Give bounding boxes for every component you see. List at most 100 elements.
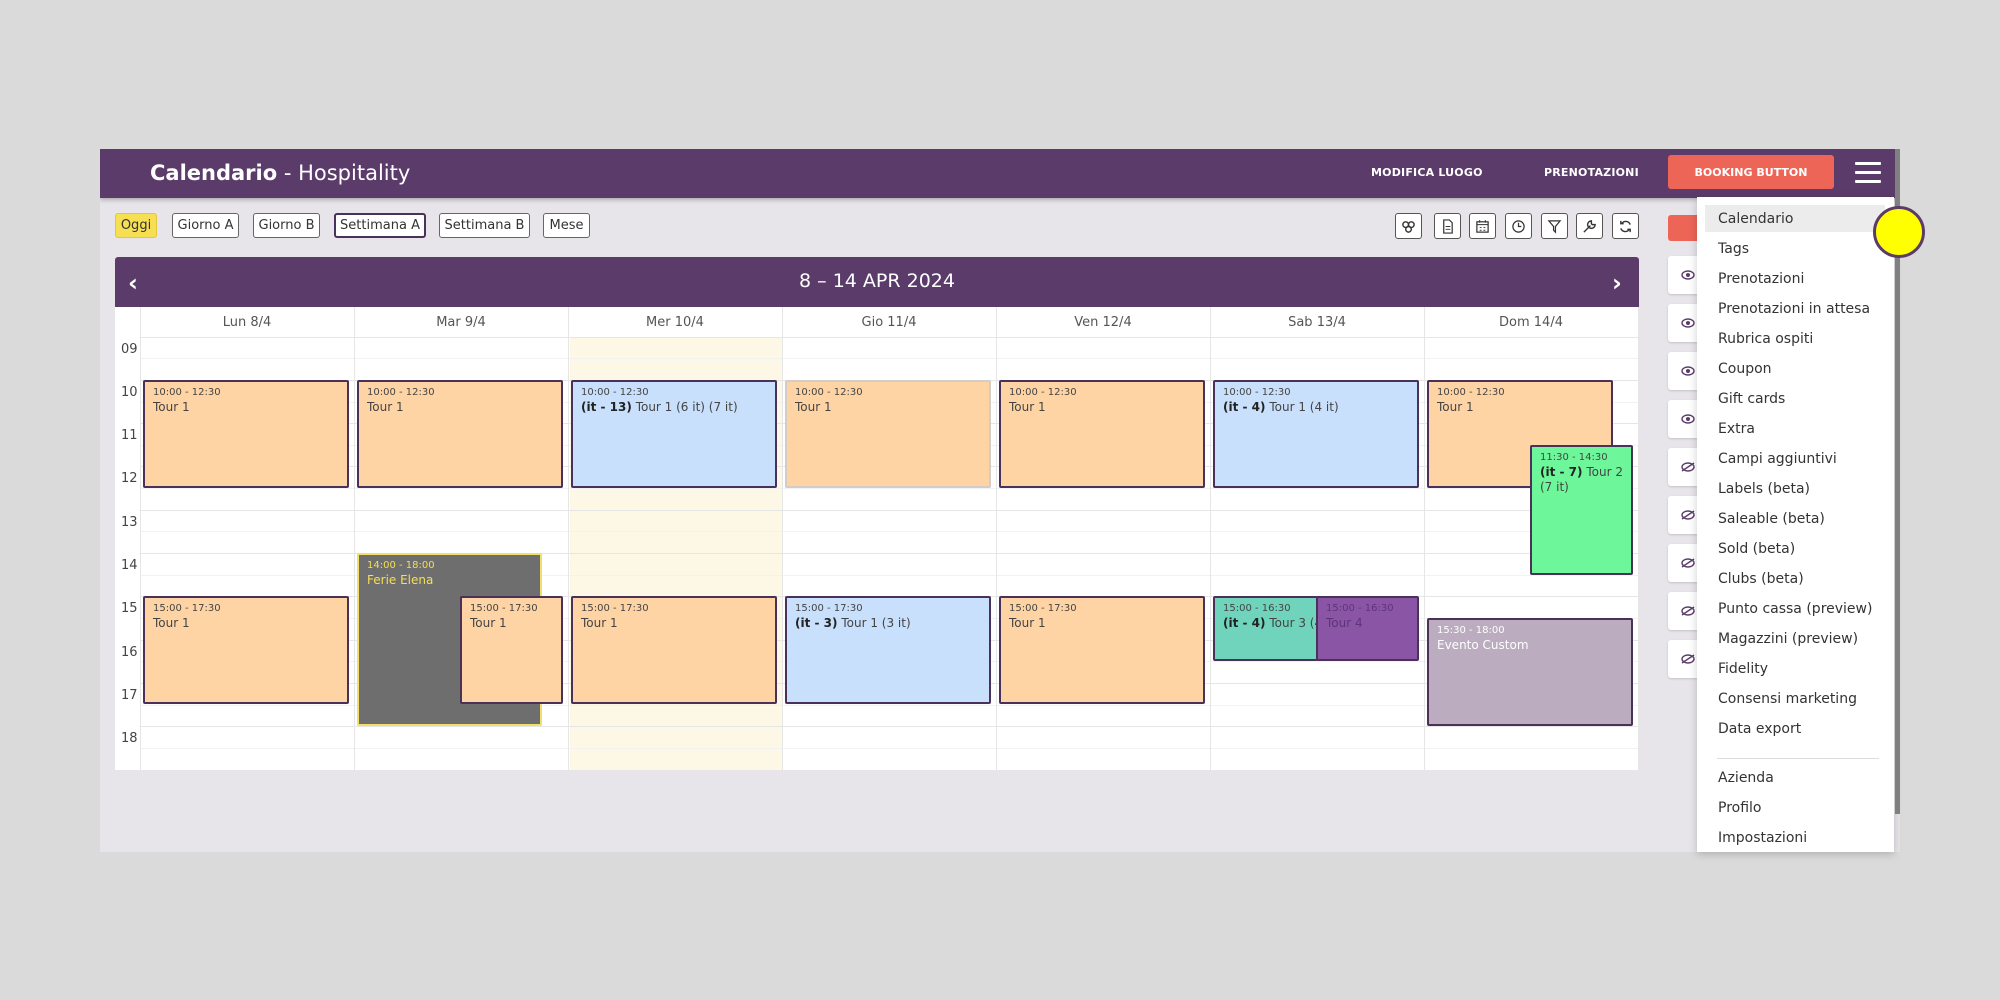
clock-icon[interactable] [1505,213,1532,239]
nav-modifica-luogo[interactable]: MODIFICA LUOGO [1371,166,1483,179]
menu-item-tags[interactable]: Tags [1705,235,1885,262]
day-header: Gio 11/4 [861,314,917,330]
event-title: (it - 7) Tour 2 (7 it) [1540,465,1623,494]
hour-label: 11 [121,428,138,443]
menu-item-fidelity[interactable]: Fidelity [1705,655,1885,682]
eye-off-icon [1681,510,1695,520]
view-month-button[interactable]: Mese [543,213,590,238]
event-title: Tour 1 [581,616,618,630]
menu-item-saleable[interactable]: Saleable (beta) [1705,505,1885,532]
filter-icon[interactable] [1541,213,1568,239]
event-time: 15:00 - 17:30 [1009,603,1077,614]
nav-prenotazioni[interactable]: PRENOTAZIONI [1544,166,1639,179]
wrench-icon[interactable] [1576,213,1603,239]
event-title: (it - 4) Tour 1 (4 it) [1223,400,1339,414]
menu-item-prenotazioni[interactable]: Prenotazioni [1705,265,1885,292]
calendar-event[interactable]: 10:00 - 12:30 (it - 4) Tour 1 (4 it) [1213,380,1419,488]
day-header: Sab 13/4 [1288,314,1346,330]
view-day-b-button[interactable]: Giorno B [253,213,320,238]
eye-icon [1681,270,1695,280]
eye-off-icon [1681,606,1695,616]
calendar-event[interactable]: 15:00 - 17:30 (it - 3) Tour 1 (3 it) [785,596,991,704]
top-bar: Calendario - Hospitality MODIFICA LUOGO … [100,149,1900,198]
view-week-b-button[interactable]: Settimana B [439,213,530,238]
menu-item-labels[interactable]: Labels (beta) [1705,475,1885,502]
calendar-event[interactable]: 15:00 - 16:30 Tour 4 [1316,596,1419,661]
event-time: 10:00 - 12:30 [1223,387,1291,398]
menu-item-clubs[interactable]: Clubs (beta) [1705,565,1885,592]
event-time: 15:00 - 17:30 [470,603,538,614]
hour-label: 18 [121,731,138,746]
menu-item-azienda[interactable]: Azienda [1705,764,1885,791]
event-time: 11:30 - 14:30 [1540,452,1608,463]
calendar-event[interactable]: 15:30 - 18:00 Evento Custom [1427,618,1633,726]
menu-item-coupon[interactable]: Coupon [1705,355,1885,382]
event-title: Tour 1 [1009,616,1046,630]
menu-item-calendario[interactable]: Calendario [1705,205,1885,232]
day-header: Ven 12/4 [1074,314,1132,330]
menu-item-profilo[interactable]: Profilo [1705,794,1885,821]
calendar-event[interactable]: 10:00 - 12:30 Tour 1 [999,380,1205,488]
booking-button[interactable]: BOOKING BUTTON [1668,155,1834,189]
calendar-icon[interactable] [1469,213,1496,239]
calendar-event[interactable]: 15:00 - 17:30 Tour 1 [143,596,349,704]
calendar-event[interactable]: 10:00 - 12:30 Tour 1 [143,380,349,488]
calendar-event[interactable]: 11:30 - 14:30 (it - 7) Tour 2 (7 it) [1530,445,1633,575]
menu-divider [1717,758,1879,759]
group-icon[interactable] [1395,213,1422,239]
hour-label: 09 [121,342,138,357]
calendar-event[interactable]: 10:00 - 12:30 Tour 1 [357,380,563,488]
event-title: Tour 1 [153,616,190,630]
event-title: (it - 4) Tour 3 (4 [1223,616,1318,630]
menu-item-sold[interactable]: Sold (beta) [1705,535,1885,562]
event-title: Tour 1 [1009,400,1046,414]
prev-week-button[interactable]: ‹ [128,269,138,297]
day-header: Dom 14/4 [1499,314,1563,330]
view-day-a-button[interactable]: Giorno A [172,213,239,238]
hour-label: 16 [121,645,138,660]
event-time: 10:00 - 12:30 [367,387,435,398]
event-title: (it - 13) Tour 1 (6 it) (7 it) [581,400,738,414]
eye-off-icon [1681,462,1695,472]
view-today-button[interactable]: Oggi [115,213,157,238]
event-title: Tour 1 [1437,400,1474,414]
menu-item-prenotazioni-in-attesa[interactable]: Prenotazioni in attesa [1705,295,1885,322]
day-header: Mer 10/4 [646,314,704,330]
view-week-a-button[interactable]: Settimana A [334,213,426,238]
hamburger-icon[interactable] [1855,162,1881,184]
calendar-event[interactable]: 15:00 - 17:30 Tour 1 [571,596,777,704]
menu-item-punto-cassa[interactable]: Punto cassa (preview) [1705,595,1885,622]
calendar-event[interactable]: 10:00 - 12:30 Tour 1 [785,380,991,488]
menu-item-campi-aggiuntivi[interactable]: Campi aggiuntivi [1705,445,1885,472]
calendar-event[interactable]: 15:00 - 17:30 Tour 1 [999,596,1205,704]
calendar-header: 8 – 14 APR 2024 ‹ › [115,257,1639,307]
event-title: (it - 3) Tour 1 (3 it) [795,616,911,630]
menu-item-rubrica-ospiti[interactable]: Rubrica ospiti [1705,325,1885,352]
event-time: 10:00 - 12:30 [153,387,221,398]
event-title: Tour 1 [153,400,190,414]
menu-item-gift-cards[interactable]: Gift cards [1705,385,1885,412]
calendar-event[interactable]: 15:00 - 17:30 Tour 1 [460,596,563,704]
event-title: Evento Custom [1437,638,1529,652]
event-time: 15:00 - 17:30 [581,603,649,614]
event-title: Ferie Elena [367,573,434,587]
refresh-icon[interactable] [1612,213,1639,239]
event-title: Tour 1 [795,400,832,414]
next-week-button[interactable]: › [1612,269,1622,297]
calendar-grid: Lun 8/4 Mar 9/4 Mer 10/4 Gio 11/4 Ven 12… [115,307,1639,770]
eye-icon [1681,366,1695,376]
document-icon[interactable] [1434,213,1461,239]
eye-icon [1681,414,1695,424]
menu-item-consensi-marketing[interactable]: Consensi marketing [1705,685,1885,712]
menu-item-extra[interactable]: Extra [1705,415,1885,442]
eye-off-icon [1681,654,1695,664]
cursor-highlight [1873,206,1925,258]
eye-off-icon [1681,558,1695,568]
page-title: Calendario - Hospitality [150,161,411,185]
menu-item-impostazioni[interactable]: Impostazioni [1705,824,1885,851]
menu-item-magazzini[interactable]: Magazzini (preview) [1705,625,1885,652]
menu-item-data-export[interactable]: Data export [1705,715,1885,742]
calendar-event[interactable]: 10:00 - 12:30 (it - 13) Tour 1 (6 it) (7… [571,380,777,488]
calendar-event[interactable]: 15:00 - 16:30 (it - 4) Tour 3 (4 [1213,596,1318,661]
hour-label: 17 [121,688,138,703]
